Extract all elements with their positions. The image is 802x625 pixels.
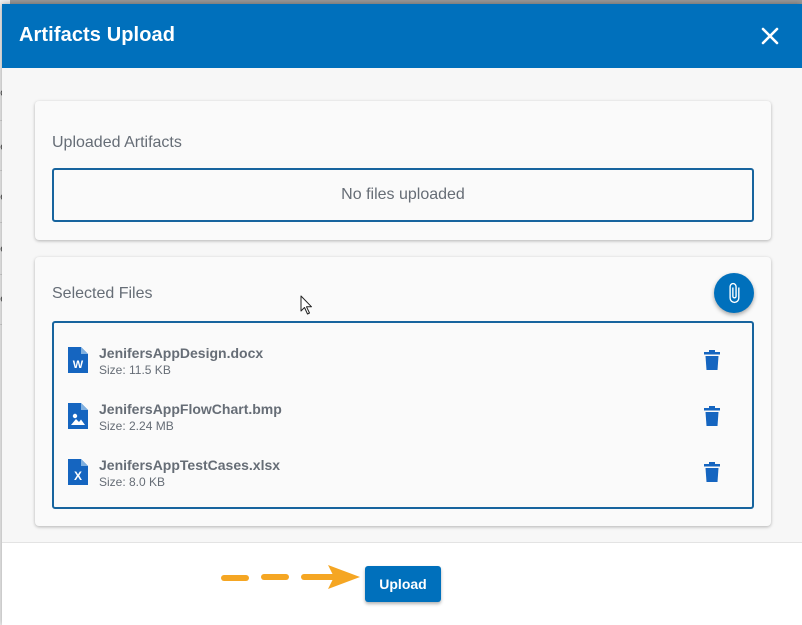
- file-name: JenifersAppTestCases.xlsx: [99, 457, 281, 473]
- delete-file-button[interactable]: [704, 462, 720, 482]
- svg-text:X: X: [74, 469, 82, 483]
- dialog-header: Artifacts Upload: [2, 4, 802, 68]
- uploaded-artifacts-label: Uploaded Artifacts: [52, 134, 182, 151]
- uploaded-artifacts-list: No files uploaded: [52, 168, 754, 222]
- file-size: Size: 11.5 KB: [99, 363, 171, 377]
- paperclip-icon: [729, 282, 740, 304]
- selected-files-label: Selected Files: [52, 285, 153, 302]
- dialog-body: Uploaded Artifacts No files uploaded Sel…: [2, 68, 802, 542]
- list-item: W JenifersAppDesign.docx Size: 11.5 KB: [54, 345, 752, 393]
- selected-files-list: W JenifersAppDesign.docx Size: 11.5 KB J…: [52, 321, 754, 509]
- uploaded-artifacts-card: Uploaded Artifacts No files uploaded: [35, 101, 771, 240]
- artifacts-upload-dialog: Artifacts Upload Uploaded Artifacts No f…: [2, 4, 802, 625]
- trash-icon: [704, 350, 720, 370]
- list-item: JenifersAppFlowChart.bmp Size: 2.24 MB: [54, 401, 752, 449]
- selected-files-card: Selected Files W JenifersAppDesign.docx …: [35, 257, 771, 526]
- file-name: JenifersAppFlowChart.bmp: [99, 401, 282, 417]
- word-file-icon: W: [68, 347, 88, 373]
- delete-file-button[interactable]: [704, 350, 720, 370]
- attach-files-button[interactable]: [714, 273, 754, 313]
- trash-icon: [704, 462, 720, 482]
- list-item: X JenifersAppTestCases.xlsx Size: 8.0 KB: [54, 457, 752, 505]
- close-button[interactable]: [760, 26, 780, 46]
- trash-icon: [704, 406, 720, 426]
- upload-button[interactable]: Upload: [365, 566, 441, 602]
- svg-text:W: W: [73, 359, 84, 371]
- annotation-arrow-icon: [221, 565, 360, 589]
- dialog-footer: Upload: [2, 542, 802, 625]
- dialog-title: Artifacts Upload: [19, 24, 176, 46]
- mouse-cursor-icon: [300, 295, 312, 315]
- image-file-icon: [68, 403, 88, 429]
- empty-state-text: No files uploaded: [341, 186, 465, 203]
- file-size: Size: 2.24 MB: [99, 419, 174, 433]
- excel-file-icon: X: [68, 459, 88, 485]
- file-name: JenifersAppDesign.docx: [99, 345, 264, 361]
- delete-file-button[interactable]: [704, 406, 720, 426]
- file-size: Size: 8.0 KB: [99, 475, 166, 489]
- close-icon: [761, 27, 779, 45]
